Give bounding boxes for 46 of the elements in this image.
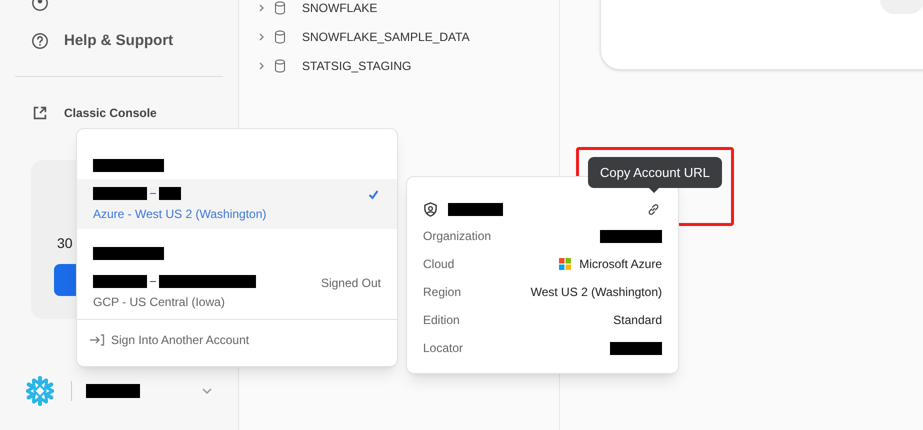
detail-value: West US 2 (Washington) [530, 284, 662, 301]
region-text: Azure - West US 2 (Washington) [93, 206, 268, 223]
database-icon [274, 58, 286, 72]
windows-logo-icon [559, 258, 572, 270]
detail-label: Organization [423, 228, 492, 245]
redaction-bar [159, 186, 181, 200]
account-option[interactable]: Azure - West US 2 (Washington) [77, 179, 397, 229]
database-icon [274, 0, 286, 14]
checkmark-icon [368, 189, 379, 200]
nav-label: Classic Console [64, 105, 157, 122]
region-text: GCP - US Central (Iowa) [93, 294, 226, 311]
detail-label: Locator [423, 340, 464, 357]
redaction-bar [93, 158, 164, 172]
redaction-bar [448, 202, 503, 216]
redaction-bar [610, 342, 662, 354]
detail-value: Standard [613, 312, 662, 329]
nav-item[interactable]: Help & Support [0, 22, 238, 60]
nav-label: Help & Support [64, 30, 174, 51]
database-name: STATSIG_STAGING [302, 58, 412, 74]
tree-item[interactable]: STATSIG_STAGING [257, 51, 559, 80]
tooltip: Copy Account URL [588, 157, 722, 188]
status-text: Signed Out [320, 275, 381, 292]
trial-text: 30 [57, 234, 73, 253]
redaction-bar [93, 186, 147, 200]
sign-in-icon [89, 334, 105, 346]
redaction-bar [600, 230, 662, 242]
account-option[interactable]: GCP - US Central (Iowa) Signed Out [77, 267, 397, 317]
database-name: SNOWFLAKE [302, 0, 378, 16]
detail-label: Region [423, 284, 462, 301]
database-name: SNOWFLAKE_SAMPLE_DATA [302, 28, 470, 46]
shield-user-icon [423, 202, 438, 216]
external-icon [31, 104, 49, 122]
tree-item[interactable]: SNOWFLAKE [257, 0, 559, 22]
nav-item[interactable]: Classic Console [0, 95, 238, 131]
redaction-bar [93, 274, 147, 288]
snowflake-logo-icon [23, 374, 57, 408]
detail-label: Edition [423, 312, 460, 329]
database-icon [274, 30, 286, 44]
sign-in-link[interactable]: Sign Into Another Account [77, 320, 397, 360]
detail-value: Microsoft Azure [579, 256, 662, 273]
redaction-bar [86, 384, 140, 398]
tree-item[interactable]: SNOWFLAKE_SAMPLE_DATA [257, 22, 559, 51]
detail-label: Cloud [423, 256, 454, 273]
redaction-bar [93, 246, 164, 260]
link-icon[interactable] [647, 202, 660, 216]
help-icon [31, 32, 49, 50]
